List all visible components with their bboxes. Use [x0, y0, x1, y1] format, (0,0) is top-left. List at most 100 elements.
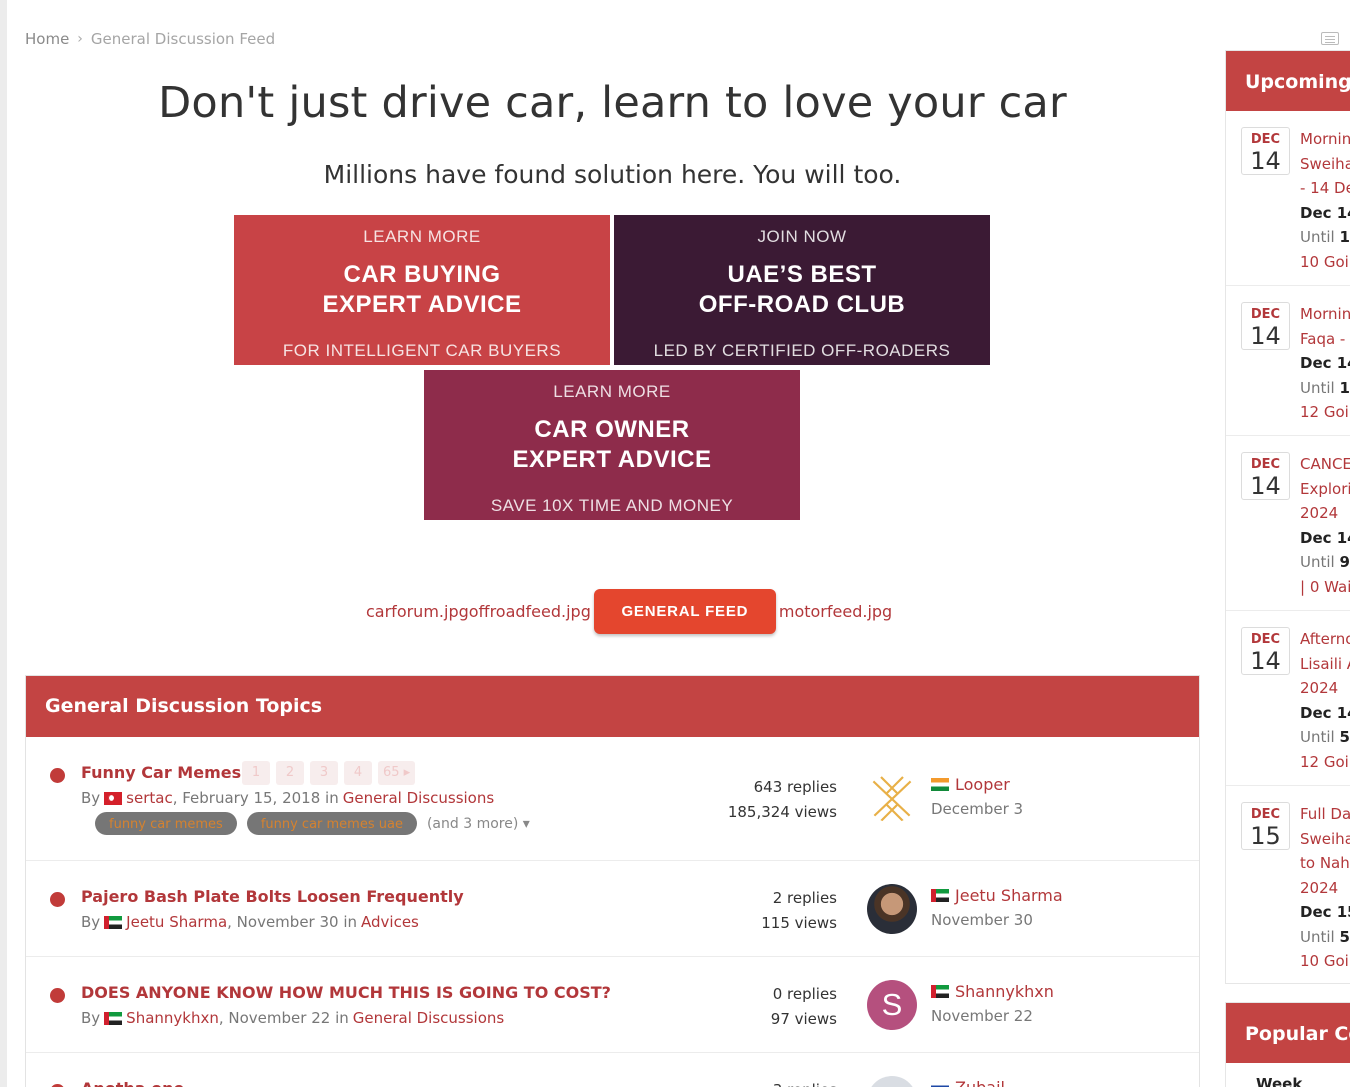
event-going[interactable]: 10 Going — [1300, 949, 1350, 974]
banner-top-label: JOIN NOW — [757, 227, 847, 246]
banner-car-owner[interactable]: LEARN MORE CAR OWNER EXPERT ADVICE SAVE … — [424, 370, 800, 520]
by-label: By — [81, 1009, 101, 1027]
author-link[interactable]: Shannykhxn — [126, 1009, 219, 1027]
event-title[interactable]: 2024 — [1300, 676, 1350, 701]
feed-link-carforum-offroad[interactable]: carforum.jpgoffroadfeed.jpg — [366, 602, 591, 621]
event-title[interactable]: Afternoon Drive — [1300, 627, 1350, 652]
event-going[interactable]: 12 Going — [1300, 400, 1350, 425]
event-title[interactable]: Exploring — [1300, 477, 1350, 502]
table-row: DOES ANYONE KNOW HOW MUCH THIS IS GOING … — [26, 957, 1199, 1053]
event-title[interactable]: to Nahil — [1300, 851, 1350, 876]
replies-count: 2 replies — [772, 889, 837, 907]
until-label: Until — [1300, 378, 1335, 397]
event-day: 14 — [1250, 647, 1281, 675]
avatar[interactable] — [867, 773, 917, 823]
unread-dot-icon[interactable] — [50, 988, 65, 1003]
last-poster-link[interactable]: Jeetu Sharma — [955, 886, 1063, 905]
event-date: Dec 14, 2024 — [1300, 354, 1350, 372]
event-going[interactable]: | 0 Waiting — [1300, 575, 1350, 600]
event-title[interactable]: Sweihan — [1300, 827, 1350, 852]
event-date-badge: DEC 14 — [1241, 627, 1290, 675]
banner-top-label: LEARN MORE — [363, 227, 481, 246]
general-feed-button[interactable]: GENERAL FEED — [593, 589, 776, 634]
author-link[interactable]: Jeetu Sharma — [126, 913, 227, 931]
event-title[interactable]: Full Day Drive — [1300, 802, 1350, 827]
page-link[interactable]: 1 — [242, 761, 270, 785]
flag-uae-icon — [931, 985, 949, 998]
event-title[interactable]: CANCELLED — [1300, 452, 1350, 477]
event-month: DEC — [1250, 807, 1281, 822]
page-link[interactable]: 2 — [276, 761, 304, 785]
widget-header: Popular Contributors — [1226, 1003, 1350, 1063]
event-month: DEC — [1250, 132, 1281, 147]
avatar[interactable] — [867, 1076, 917, 1087]
unread-dot-icon[interactable] — [50, 768, 65, 783]
unread-dot-icon[interactable] — [50, 892, 65, 907]
tag-list: funny car memes funny car memes uae (and… — [95, 812, 530, 835]
banner-car-buying[interactable]: LEARN MORE CAR BUYING EXPERT ADVICE FOR … — [234, 215, 610, 365]
event-until: Until 11:00 — [1300, 225, 1350, 250]
event-title[interactable]: Sweihan Dunes — [1300, 152, 1350, 177]
event-title[interactable]: - 14 Dec — [1300, 176, 1350, 201]
banner-main-label: CAR BUYING EXPERT ADVICE — [322, 261, 522, 318]
event-details: Morning Drive Sweihan Dunes - 14 Dec Dec… — [1300, 127, 1350, 274]
views-count: 185,324 views — [727, 803, 837, 821]
event-title[interactable]: Morning Drive — [1300, 127, 1350, 152]
topic-title[interactable]: Anotha one — [81, 1079, 184, 1087]
last-poster-link[interactable]: Looper — [955, 775, 1010, 794]
table-row: Pajero Bash Plate Bolts Loosen Frequentl… — [26, 861, 1199, 957]
event-month: DEC — [1250, 457, 1281, 472]
feed-links: carforum.jpgoffroadfeed.jpg GENERAL FEED… — [366, 589, 892, 634]
avatar[interactable] — [867, 884, 917, 934]
event-item: DEC 15 Full Day Drive Sweihan to Nahil 2… — [1226, 786, 1350, 983]
tags-more-toggle[interactable]: (and 3 more) ▾ — [427, 816, 530, 832]
table-row: Anotha one 3 replies Zubail — [26, 1053, 1199, 1087]
page-link[interactable]: 4 — [344, 761, 372, 785]
topic-title[interactable]: DOES ANYONE KNOW HOW MUCH THIS IS GOING … — [81, 983, 611, 1002]
event-date: Dec 14, 2024 — [1300, 528, 1350, 547]
by-label: By — [81, 913, 101, 931]
banner-offroad-club[interactable]: JOIN NOW UAE’S BEST OFF-ROAD CLUB LED BY… — [614, 215, 990, 365]
event-day: 14 — [1250, 472, 1281, 500]
event-until: Until 5:00 — [1300, 725, 1350, 750]
pagination: 1 2 3 4 65 ▸ — [242, 761, 416, 785]
event-until: Until 9:30 — [1300, 550, 1350, 575]
topic-title[interactable]: Pajero Bash Plate Bolts Loosen Frequentl… — [81, 887, 464, 906]
page-link[interactable]: 3 — [310, 761, 338, 785]
topic-stats: 3 replies — [773, 1078, 837, 1087]
last-poster-link[interactable]: Shannykhxn — [955, 982, 1054, 1001]
flag-uae-icon — [104, 1011, 123, 1025]
tag[interactable]: funny car memes uae — [246, 812, 417, 835]
event-month: DEC — [1250, 307, 1281, 322]
breadcrumb-home[interactable]: Home — [25, 30, 69, 48]
last-post-date[interactable]: November 30 — [931, 911, 1033, 929]
tab-week[interactable]: Week — [1256, 1075, 1302, 1087]
last-poster: Jeetu Sharma — [931, 886, 1063, 905]
event-title[interactable]: 2024 — [1300, 501, 1350, 526]
tag[interactable]: funny car memes — [95, 812, 237, 835]
topic-title[interactable]: Funny Car Memes — [81, 763, 241, 782]
event-title[interactable]: Morning Drive — [1300, 302, 1350, 327]
avatar[interactable]: S — [867, 980, 917, 1030]
event-item: DEC 14 Morning Drive Sweihan Dunes - 14 … — [1226, 111, 1350, 286]
event-going[interactable]: 10 Going — [1300, 250, 1350, 275]
last-poster-link[interactable]: Zubail — [955, 1078, 1005, 1087]
event-going[interactable]: 12 Going — [1300, 750, 1350, 775]
feed-icon[interactable] — [1321, 32, 1339, 45]
banner-bottom-label: FOR INTELLIGENT CAR BUYERS — [282, 341, 562, 360]
event-title[interactable]: 2024 — [1300, 876, 1350, 901]
forum-link[interactable]: Advices — [361, 913, 419, 931]
event-title[interactable]: Faqa - Sand — [1300, 327, 1350, 352]
event-title[interactable]: Lisaili Area — [1300, 652, 1350, 677]
page-link-last[interactable]: 65 ▸ — [378, 761, 416, 785]
author-link[interactable]: sertac — [126, 789, 173, 807]
event-details: CANCELLED Exploring 2024 Dec 14, 2024 Un… — [1300, 452, 1350, 599]
last-post-date[interactable]: November 22 — [931, 1007, 1033, 1025]
topic-date: , November 30 in — [227, 913, 358, 931]
event-details: Full Day Drive Sweihan to Nahil 2024 Dec… — [1300, 802, 1350, 974]
event-day: 14 — [1250, 322, 1281, 350]
last-post-date[interactable]: December 3 — [931, 800, 1023, 818]
feed-link-motor[interactable]: motorfeed.jpg — [779, 602, 892, 621]
forum-link[interactable]: General Discussions — [353, 1009, 504, 1027]
forum-link[interactable]: General Discussions — [343, 789, 494, 807]
